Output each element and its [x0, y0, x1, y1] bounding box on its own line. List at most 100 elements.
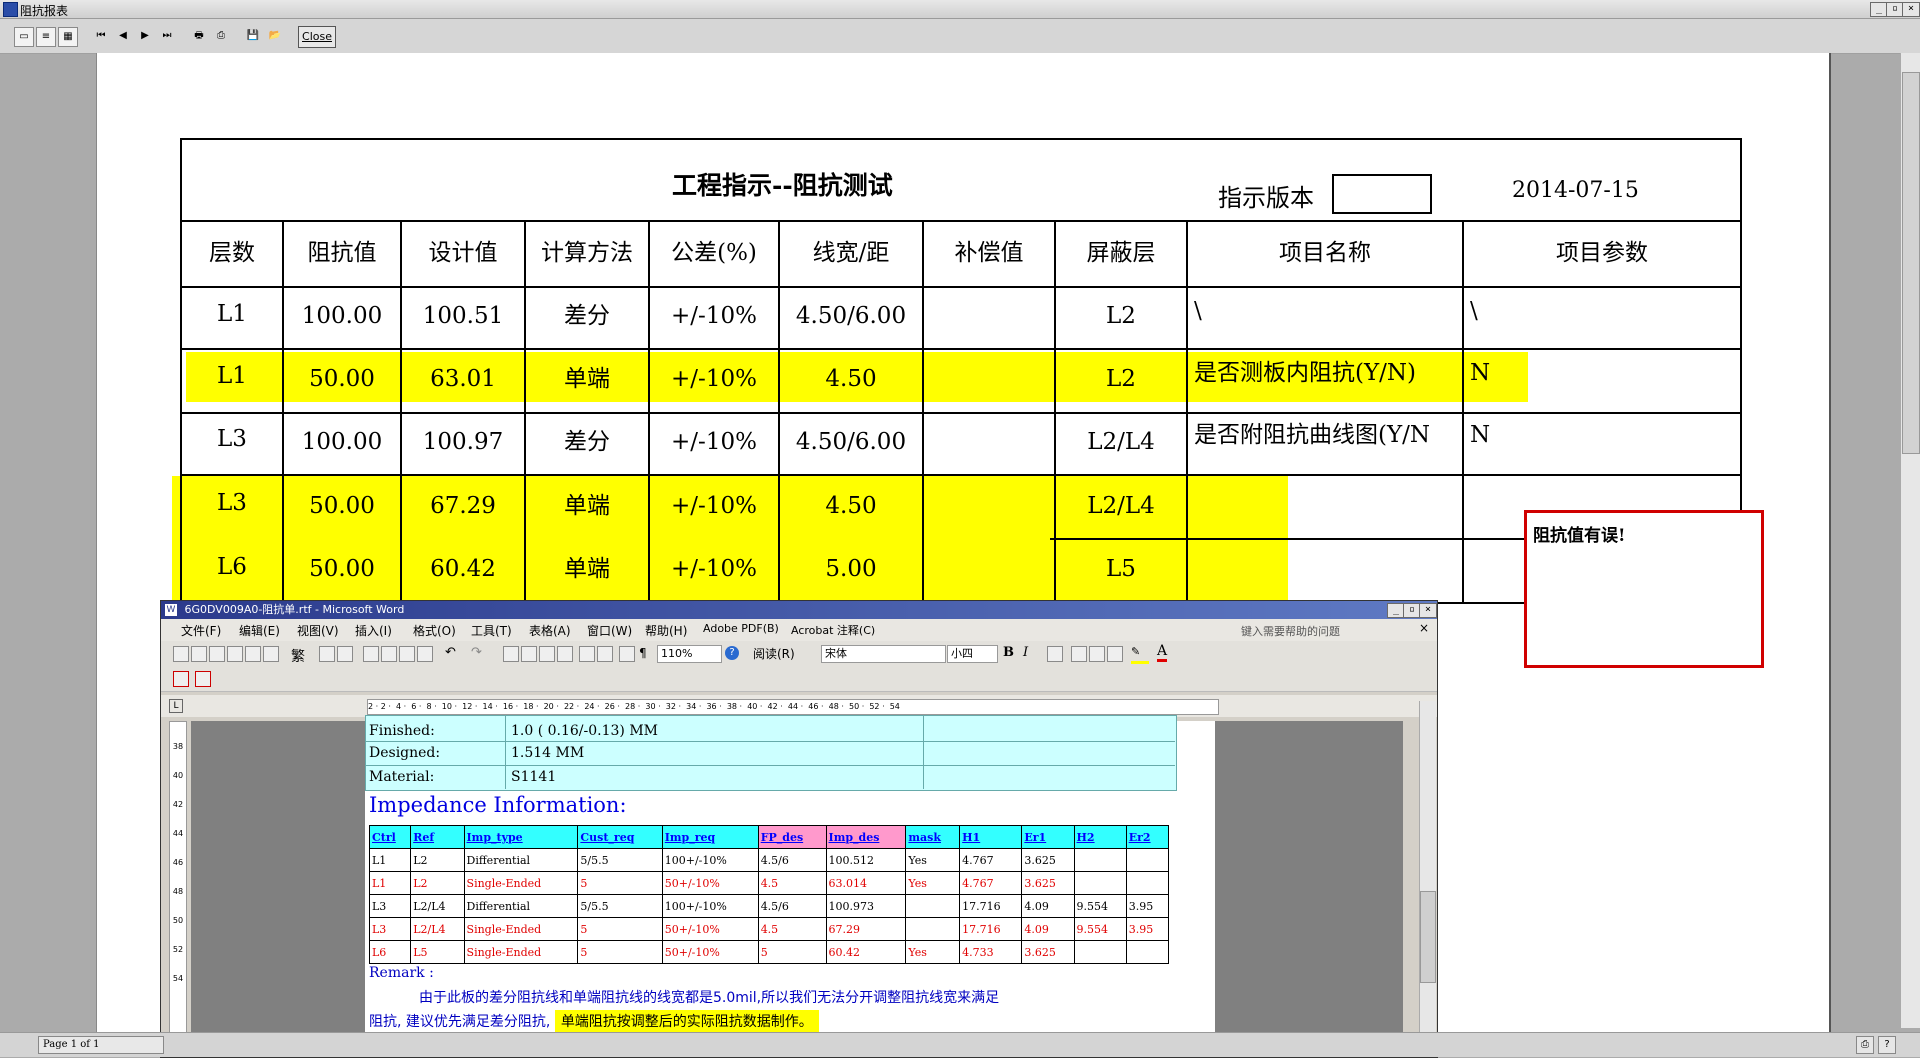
- spelling-icon[interactable]: [319, 646, 335, 662]
- numbering-icon[interactable]: [1071, 646, 1087, 662]
- imp-cell: L1: [368, 848, 412, 872]
- menu-edit[interactable]: 编辑(E): [239, 622, 280, 639]
- header-impedance: 阻抗值: [307, 240, 377, 266]
- italic-icon[interactable]: I: [1023, 645, 1028, 660]
- columns-icon[interactable]: [579, 646, 595, 662]
- imp-cell: 9.554: [1073, 917, 1127, 941]
- reading-layout-button[interactable]: 阅读(R): [753, 645, 795, 662]
- version-box[interactable]: [1332, 174, 1432, 214]
- row4-shield: L2/L4: [1087, 493, 1155, 519]
- row1-design: 100.51: [422, 303, 504, 329]
- header-design: 设计值: [428, 240, 498, 266]
- imp-cell: 4.733: [959, 940, 1023, 964]
- traditional-chinese-icon[interactable]: 繁: [291, 646, 305, 666]
- font-name-select[interactable]: 宋体: [821, 645, 946, 663]
- email-pdf-icon[interactable]: [195, 671, 211, 687]
- horizontal-ruler[interactable]: L 2 · 2 · 4 · 6 · 8 · 10 · 12 · 14 · 16 …: [161, 695, 1437, 717]
- drawing-icon[interactable]: [597, 646, 613, 662]
- cut-icon[interactable]: [363, 646, 379, 662]
- word-vertical-scrollbar[interactable]: [1419, 701, 1436, 1057]
- row4-method: 单端: [564, 493, 610, 519]
- imp-cell: 5: [757, 940, 827, 964]
- font-color-icon[interactable]: A: [1157, 643, 1168, 662]
- vertical-ruler[interactable]: 38 40 42 44 46 48 50 52 54: [169, 721, 187, 1057]
- row5-design: 60.42: [430, 556, 496, 582]
- menu-table[interactable]: 表格(A): [529, 622, 571, 639]
- menu-acrobat[interactable]: Acrobat 注释(C): [791, 622, 875, 638]
- word-menubar: 文件(F) 编辑(E) 视图(V) 插入(I) 格式(O) 工具(T) 表格(A…: [161, 619, 1437, 641]
- indent-icon[interactable]: [1107, 646, 1123, 662]
- version-label: 指示版本: [1218, 184, 1314, 212]
- word-title: 6G0DV009A0-阻抗单.rtf - Microsoft Word: [184, 603, 405, 616]
- menu-tools[interactable]: 工具(T): [471, 622, 512, 639]
- highlight-icon[interactable]: ✎: [1131, 645, 1149, 664]
- insert-excel-icon[interactable]: [557, 646, 573, 662]
- menu-format[interactable]: 格式(O): [413, 622, 456, 639]
- undo-icon[interactable]: ↶: [445, 645, 456, 660]
- menu-help[interactable]: 帮助(H): [645, 622, 687, 639]
- show-hide-icon[interactable]: ¶: [639, 646, 647, 660]
- permission-icon[interactable]: [227, 646, 243, 662]
- insert-table-icon[interactable]: [539, 646, 555, 662]
- format-painter-icon[interactable]: [417, 646, 433, 662]
- document-map-icon[interactable]: [619, 646, 635, 662]
- menu-file[interactable]: 文件(F): [181, 622, 221, 639]
- bold-icon[interactable]: B: [1003, 645, 1014, 660]
- menu-insert[interactable]: 插入(I): [355, 622, 392, 639]
- row1-method: 差分: [564, 303, 610, 329]
- row2-method: 单端: [564, 366, 610, 392]
- new-doc-icon[interactable]: [173, 646, 189, 662]
- save-doc-icon[interactable]: [209, 646, 225, 662]
- remark-text-highlighted: 单端阻抗按调整后的实际阻抗数据制作。: [554, 1010, 819, 1034]
- status-print-icon[interactable]: ⎙: [1856, 1036, 1874, 1054]
- status-help-icon[interactable]: ?: [1878, 1036, 1896, 1054]
- help-icon[interactable]: ?: [725, 646, 739, 660]
- imp-cell: [905, 917, 961, 941]
- imp-cell: 100.973: [825, 894, 907, 918]
- menu-view[interactable]: 视图(V): [297, 622, 339, 639]
- imp-cell: Single-Ended: [463, 917, 579, 941]
- menu-window[interactable]: 窗口(W): [587, 622, 632, 639]
- word-close-icon[interactable]: ×: [1419, 603, 1437, 618]
- print-doc-icon[interactable]: [245, 646, 261, 662]
- paste-icon[interactable]: [399, 646, 415, 662]
- font-size-select[interactable]: 小四: [947, 645, 998, 663]
- hyperlink-icon[interactable]: [503, 646, 519, 662]
- word-app-icon: W: [165, 604, 177, 616]
- tab-selector-icon[interactable]: L: [169, 699, 183, 713]
- research-icon[interactable]: [337, 646, 353, 662]
- row5-impedance: 50.00: [309, 556, 375, 582]
- print-preview-icon[interactable]: [263, 646, 279, 662]
- tables-borders-icon[interactable]: [521, 646, 537, 662]
- redo-icon[interactable]: ↷: [471, 645, 482, 660]
- imp-cell: L2/L4: [410, 917, 465, 941]
- error-note-text: 阻抗值有误!: [1533, 526, 1626, 546]
- imp-cell: Single-Ended: [463, 940, 579, 964]
- row2-impedance: 50.00: [309, 366, 375, 392]
- error-note-box: 阻抗值有误!: [1524, 510, 1764, 668]
- zoom-select[interactable]: 110%: [657, 645, 722, 663]
- menu-adobe-pdf[interactable]: Adobe PDF(B): [703, 622, 779, 635]
- word-scroll-thumb[interactable]: [1420, 891, 1436, 983]
- align-center-icon[interactable]: [1047, 646, 1063, 662]
- copy-icon[interactable]: [381, 646, 397, 662]
- convert-pdf-icon[interactable]: [173, 671, 189, 687]
- row3-design: 100.97: [422, 429, 504, 455]
- document-page[interactable]: Finished: 1.0 ( 0.16/-0.13) MM Designed:…: [365, 715, 1215, 1057]
- info-designed-label: Designed:: [369, 745, 441, 761]
- imp-cell: 67.29: [825, 917, 907, 941]
- imp-header-cell: Ctrl: [368, 825, 412, 849]
- imp-cell: [905, 894, 961, 918]
- row3-method: 差分: [564, 429, 610, 455]
- imp-header-cell: H1: [959, 825, 1023, 849]
- bullets-icon[interactable]: [1089, 646, 1105, 662]
- imp-header-cell: FP_des: [757, 825, 827, 849]
- imp-cell: 9.554: [1073, 894, 1127, 918]
- help-search-input[interactable]: 键入需要帮助的问题: [1241, 623, 1411, 638]
- imp-header-cell: Imp_des: [825, 825, 907, 849]
- open-doc-icon[interactable]: [191, 646, 207, 662]
- imp-cell: 60.42: [825, 940, 907, 964]
- imp-row: L3 L2/L4 Differential 5/5.5 100+/-10% 4.5/6 10…: [368, 894, 1170, 918]
- impedance-info-table: Ctrl Ref Imp_type Cust_req Imp_req FP_de…: [368, 825, 1170, 964]
- menu-close-icon[interactable]: ×: [1419, 621, 1429, 635]
